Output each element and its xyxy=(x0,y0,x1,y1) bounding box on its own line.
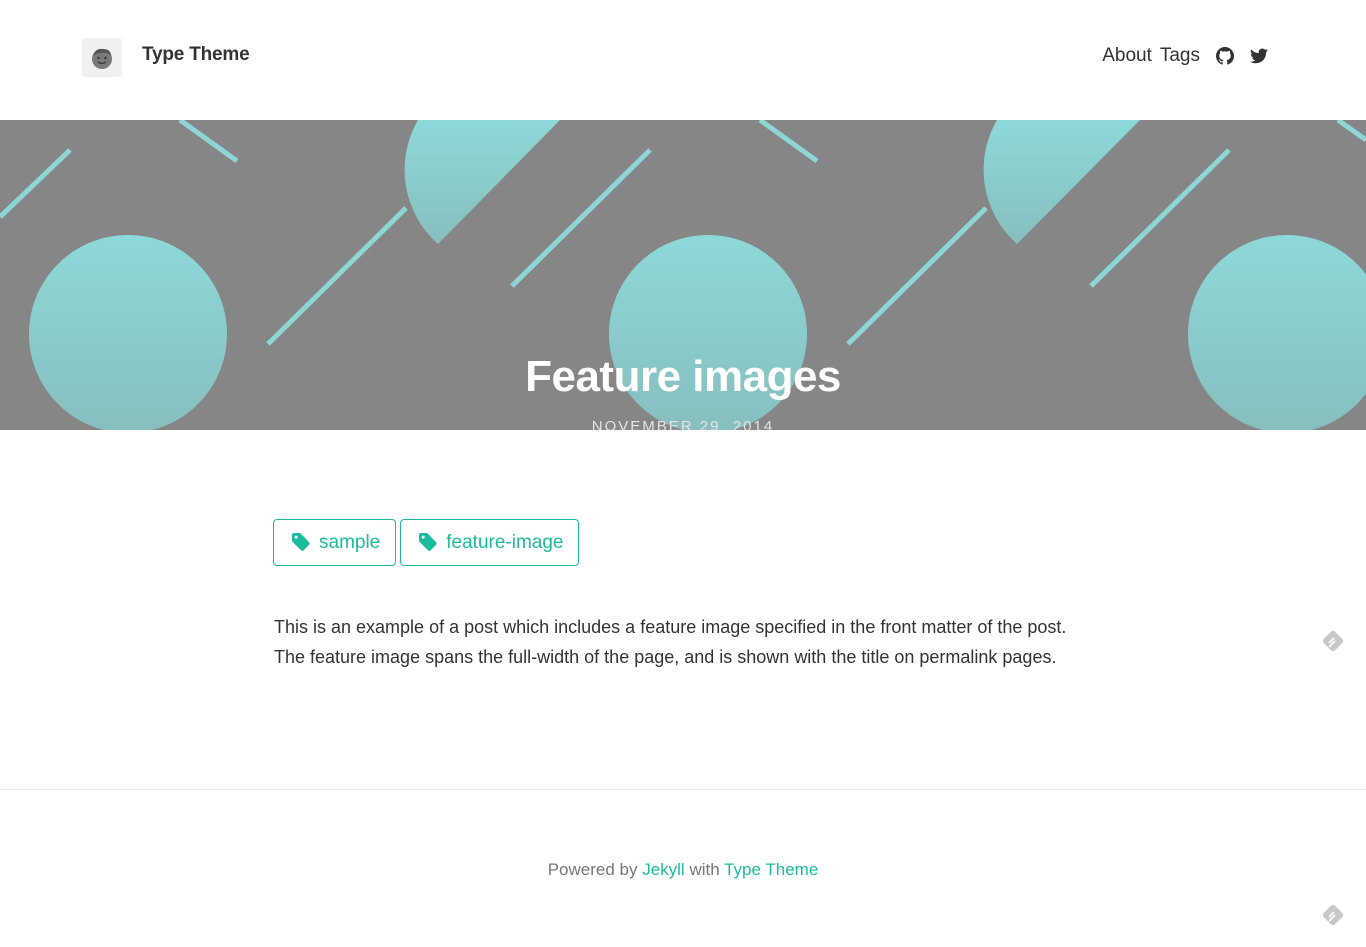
type-theme-link[interactable]: Type Theme xyxy=(724,860,818,879)
avatar-face-icon xyxy=(92,48,112,69)
pattern-line xyxy=(0,148,72,219)
site-footer: Powered by Jekyll with Type Theme xyxy=(0,860,1366,880)
github-icon xyxy=(1216,47,1234,65)
tag-sample[interactable]: sample xyxy=(273,519,397,566)
footer-prefix: Powered by xyxy=(547,860,643,879)
tag-feature-image[interactable]: feature-image xyxy=(400,519,580,566)
tag-icon xyxy=(292,533,311,552)
pattern-line xyxy=(178,120,239,164)
feedly-icon xyxy=(1322,904,1344,926)
site-header: Type Theme About Tags xyxy=(0,0,1366,120)
footer-divider xyxy=(0,789,1366,790)
feature-image-hero: Feature images NOVEMBER 29, 2014 xyxy=(0,120,1366,430)
feedly-icon xyxy=(1322,630,1344,652)
github-link[interactable] xyxy=(1212,44,1238,68)
feedly-button[interactable] xyxy=(1320,628,1346,654)
tag-label: sample xyxy=(319,531,381,553)
pattern-half-circle xyxy=(983,120,1140,244)
tag-icon xyxy=(419,533,438,552)
main-nav: About Tags xyxy=(1102,44,1272,68)
avatar[interactable] xyxy=(82,38,122,77)
footer-middle: with xyxy=(684,860,725,879)
nav-tags[interactable]: Tags xyxy=(1160,45,1200,67)
pattern-line xyxy=(510,148,652,288)
pattern-line xyxy=(1336,120,1366,143)
post-body: This is an example of a post which inclu… xyxy=(274,617,1067,667)
pattern-line xyxy=(1089,148,1231,288)
tag-label: feature-image xyxy=(446,531,564,553)
twitter-link[interactable] xyxy=(1246,44,1272,68)
pattern-line xyxy=(758,120,819,164)
post-tags: sample feature-image xyxy=(273,519,580,566)
site-title[interactable]: Type Theme xyxy=(142,44,250,66)
jekyll-link[interactable]: Jekyll xyxy=(642,860,685,879)
post-date: NOVEMBER 29, 2014 xyxy=(591,418,775,430)
nav-about[interactable]: About xyxy=(1102,45,1152,67)
feedly-button[interactable] xyxy=(1320,902,1346,928)
post-title: Feature images xyxy=(525,352,841,401)
pattern-half-circle xyxy=(404,120,560,244)
pattern-line xyxy=(266,206,408,346)
pattern-line xyxy=(846,206,988,346)
twitter-icon xyxy=(1250,48,1268,64)
